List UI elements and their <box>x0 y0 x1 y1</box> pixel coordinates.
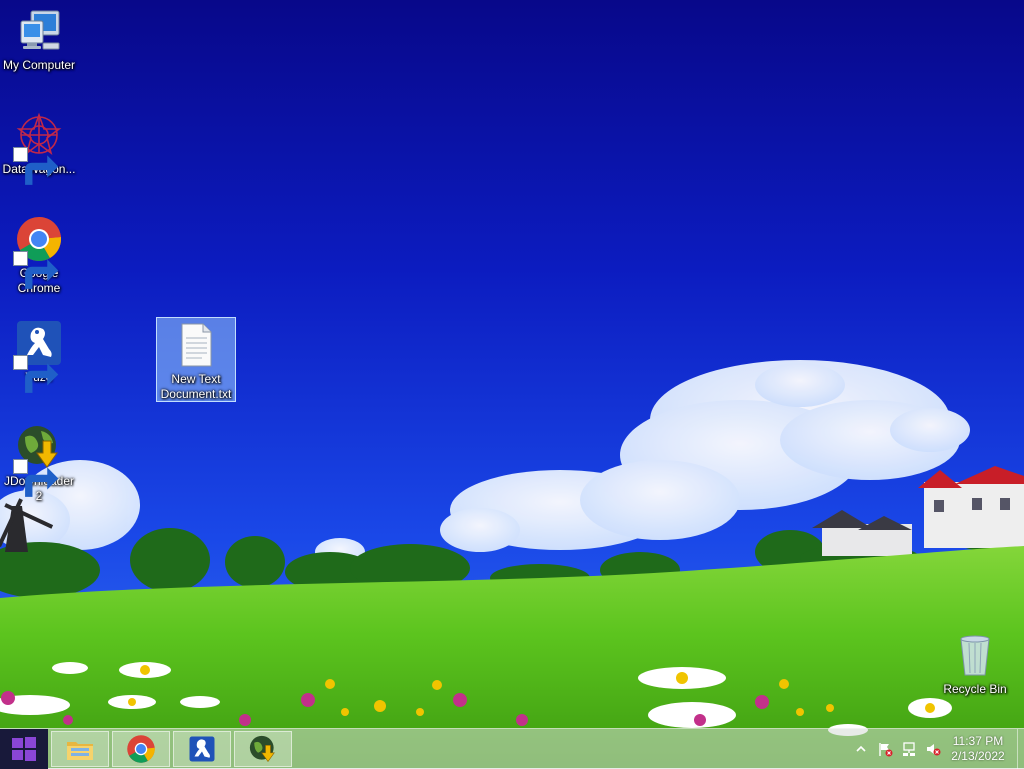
desktop-area[interactable]: My Computer DataWagon... <box>0 0 1024 728</box>
desktop-icon-label: New Text Document.txt <box>160 372 232 401</box>
taskbar-clock[interactable]: 11:37 PM 2/13/2022 <box>945 729 1011 769</box>
chrome-icon <box>127 735 155 763</box>
shortcut-arrow-icon <box>13 147 59 185</box>
clock-date: 2/13/2022 <box>951 749 1005 763</box>
chrome-icon <box>13 215 63 289</box>
desktop-icon-vuze[interactable]: Vuze <box>0 316 78 393</box>
start-button[interactable] <box>0 729 48 769</box>
desktop-icon-new-text-document[interactable]: New Text Document.txt <box>156 317 236 402</box>
tray-action-center[interactable] <box>873 729 897 769</box>
speaker-muted-icon <box>927 744 941 756</box>
desktop-icon-recycle-bin[interactable]: Recycle Bin <box>936 628 1014 697</box>
shortcut-arrow-icon <box>13 251 59 289</box>
folder-icon <box>67 742 93 760</box>
show-hidden-icons-button[interactable] <box>849 729 873 769</box>
action-center-flag-icon <box>879 743 893 757</box>
show-desktop-button[interactable] <box>1017 729 1024 769</box>
system-tray: 11:37 PM 2/13/2022 <box>849 729 1024 769</box>
text-document-icon <box>172 321 220 369</box>
desktop-icon-label: Recycle Bin <box>943 682 1007 696</box>
jdownloader-icon <box>249 735 275 763</box>
taskbar-google-chrome[interactable] <box>112 731 170 767</box>
tray-network[interactable] <box>897 729 921 769</box>
tray-volume[interactable] <box>921 729 945 769</box>
taskbar: 11:37 PM 2/13/2022 <box>0 728 1024 769</box>
network-icon <box>903 742 915 756</box>
vuze-frog-icon <box>189 736 215 762</box>
taskbar-jdownloader[interactable] <box>234 731 292 767</box>
windows-logo-icon <box>12 737 36 761</box>
jdownloader-icon <box>13 423 63 497</box>
desktop-icon-datawagon[interactable]: DataWagon... <box>0 108 78 185</box>
vuze-frog-icon <box>13 319 63 393</box>
desktop-icon-label: My Computer <box>2 58 76 72</box>
chevron-up-icon <box>856 745 866 752</box>
desktop-icon-google-chrome[interactable]: Google Chrome <box>0 212 78 296</box>
recycle-bin-icon <box>951 631 999 679</box>
shortcut-arrow-icon <box>13 355 59 393</box>
taskbar-vuze[interactable] <box>173 731 231 767</box>
shortcut-arrow-icon <box>13 459 59 497</box>
taskbar-file-explorer[interactable] <box>51 731 109 767</box>
desktop-icon-jdownloader[interactable]: JDownloader 2 <box>0 420 78 504</box>
computer-icon <box>15 7 63 55</box>
desktop-icon-my-computer[interactable]: My Computer <box>0 4 78 73</box>
clock-time: 11:37 PM <box>952 734 1004 748</box>
datawagon-icon <box>13 111 63 185</box>
